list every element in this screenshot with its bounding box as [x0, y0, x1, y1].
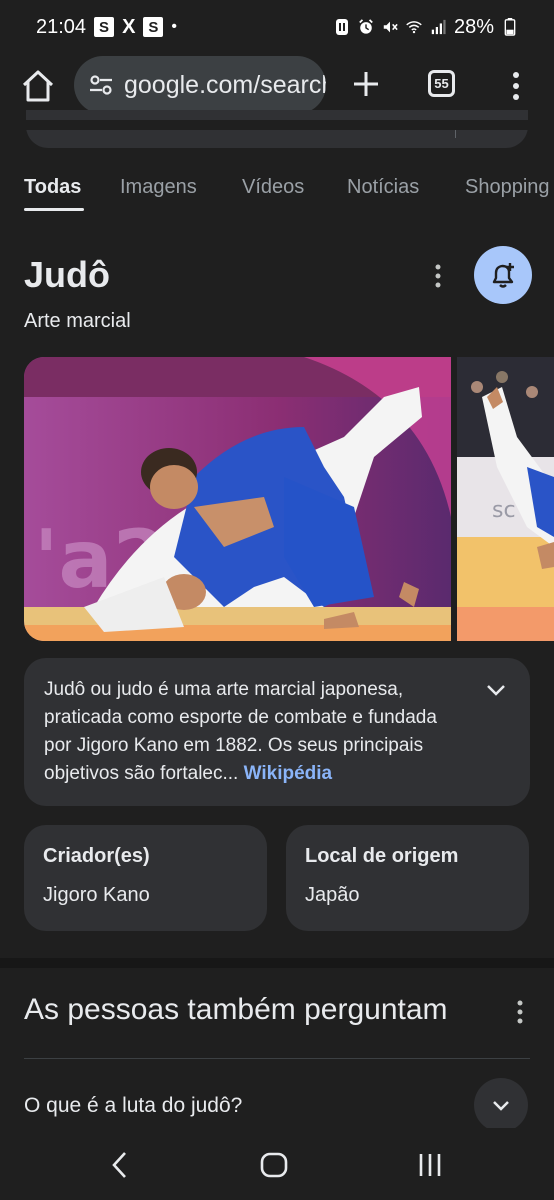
description-body: Judô ou judo é uma arte marcial japonesa…: [44, 679, 437, 784]
fact-value: Jigoro Kano: [43, 884, 150, 906]
fact-card-origin[interactable]: Local de origem Japão: [286, 825, 529, 931]
fact-value: Japão: [305, 884, 360, 906]
knowledge-panel-subtitle: Arte marcial: [24, 310, 131, 332]
system-nav-bar: [0, 1128, 554, 1200]
recents-button[interactable]: [410, 1150, 450, 1180]
fact-label: Local de origem: [305, 845, 459, 867]
nfc-icon: [335, 19, 348, 35]
wikipedia-link[interactable]: Wikipédia: [244, 763, 333, 784]
toolbar-scrim: [0, 120, 554, 130]
paa-question[interactable]: O que é a luta do judô?: [24, 1094, 242, 1118]
tab-imagens[interactable]: Imagens: [120, 176, 197, 199]
judo-photo-2: sc: [457, 357, 554, 641]
status-time: 21:04: [36, 15, 87, 38]
signal-icon: [431, 19, 446, 35]
tab-noticias[interactable]: Notícias: [347, 176, 419, 199]
judo-image-main[interactable]: 'a2: [24, 357, 451, 641]
address-bar[interactable]: google.com/search: [74, 56, 326, 114]
svg-text:sc: sc: [492, 498, 516, 523]
back-icon: [112, 1152, 126, 1178]
mute-icon: [383, 21, 398, 33]
site-settings-icon[interactable]: [88, 72, 114, 98]
description-card[interactable]: Judô ou judo é uma arte marcial japonesa…: [24, 658, 530, 806]
knowledge-panel-title: Judô: [24, 254, 110, 295]
alarm-icon: [359, 19, 373, 34]
section-divider: [0, 958, 554, 968]
tab-switcher-icon[interactable]: 55: [428, 70, 455, 97]
url-text[interactable]: google.com/search: [124, 71, 326, 100]
more-options-icon[interactable]: [430, 262, 446, 290]
chevron-down-icon[interactable]: [484, 678, 508, 702]
chevron-down-icon: [493, 1101, 509, 1111]
active-tab-indicator: [24, 208, 84, 211]
tab-shopping[interactable]: Shopping: [465, 176, 550, 199]
judo-image-secondary[interactable]: sc: [457, 357, 554, 641]
fact-card-creator[interactable]: Criador(es) Jigoro Kano: [24, 825, 267, 931]
add-alert-icon: [492, 263, 514, 288]
app-s-icon: S: [94, 17, 115, 37]
notification-dot: •: [171, 18, 178, 35]
tab-count: 55: [434, 76, 449, 91]
description-text: Judô ou judo é uma arte marcial japonesa…: [44, 676, 464, 788]
paa-divider: [24, 1058, 530, 1059]
wifi-icon: [406, 21, 422, 34]
new-tab-icon[interactable]: [350, 68, 382, 100]
battery-percent: 28%: [453, 15, 494, 38]
judo-photo: 'a2: [24, 357, 451, 641]
paa-more-icon[interactable]: [512, 998, 528, 1026]
app-s2-icon: S: [143, 17, 164, 37]
home-nav-button[interactable]: [254, 1150, 294, 1180]
home-circle-icon: [260, 1152, 288, 1178]
x-app-icon: X: [122, 15, 136, 38]
recents-icon: [419, 1154, 441, 1176]
fact-label: Criador(es): [43, 845, 150, 867]
more-vert-icon[interactable]: [506, 70, 526, 102]
follow-notification-button[interactable]: [474, 246, 532, 304]
status-bar: 21:04 S X S • 28%: [0, 0, 554, 54]
paa-expand-button[interactable]: [474, 1078, 528, 1132]
tab-videos[interactable]: Vídeos: [242, 176, 304, 199]
home-icon[interactable]: [18, 66, 58, 106]
battery-icon: [504, 18, 516, 36]
people-also-ask-title: As pessoas também perguntam: [24, 993, 448, 1026]
search-filter-tabs: Todas Imagens Vídeos Notícias Shopping: [0, 172, 554, 218]
tab-todas[interactable]: Todas: [24, 176, 81, 199]
back-button[interactable]: [100, 1150, 140, 1180]
